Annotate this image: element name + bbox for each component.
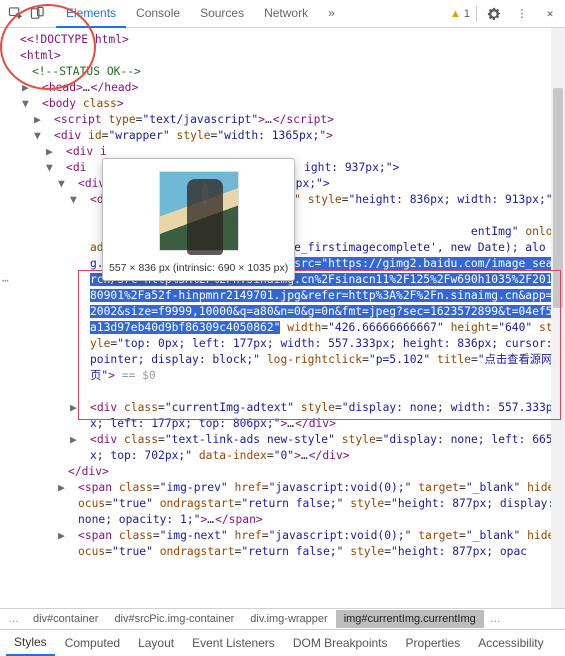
- collapse-icon[interactable]: ▼: [68, 176, 78, 192]
- warning-count: 1: [464, 8, 470, 20]
- expand-icon[interactable]: ▶: [32, 80, 42, 96]
- dom-node[interactable]: <<!DOCTYPE html>: [16, 32, 565, 48]
- expand-icon[interactable]: ▶: [80, 400, 90, 416]
- devtools-toolbar: Elements Console Sources Network » ▲1 ⋮ …: [0, 0, 565, 28]
- collapse-icon[interactable]: ▼: [32, 96, 42, 112]
- kebab-icon[interactable]: ⋮: [511, 3, 533, 25]
- tab-console[interactable]: Console: [126, 0, 190, 28]
- gear-icon[interactable]: [483, 3, 505, 25]
- expand-icon[interactable]: ▶: [80, 432, 90, 448]
- breadcrumb-item-selected[interactable]: img#currentImg.currentImg: [336, 610, 484, 628]
- collapse-icon[interactable]: ▼: [56, 160, 66, 176]
- subtab-layout[interactable]: Layout: [130, 631, 182, 655]
- warning-badge[interactable]: ▲1: [450, 8, 470, 20]
- warning-icon: ▲: [450, 8, 461, 20]
- subtab-styles[interactable]: Styles: [6, 630, 55, 656]
- expand-icon[interactable]: ▶: [44, 112, 54, 128]
- dom-node[interactable]: ▶<div class="text-link-ads new-style" st…: [76, 432, 565, 464]
- breadcrumb: … div#container div#srcPic.img-container…: [0, 608, 565, 630]
- panel-tabs: Elements Console Sources Network »: [56, 0, 450, 28]
- image-hover-tooltip: 557 × 836 px (intrinsic: 690 × 1035 px): [102, 158, 295, 281]
- collapse-icon[interactable]: ▼: [44, 128, 54, 144]
- expand-icon[interactable]: ▶: [68, 528, 78, 544]
- expand-icon[interactable]: ▶: [68, 480, 78, 496]
- dom-node[interactable]: ▶<div class="currentImg-adtext" style="d…: [76, 400, 565, 432]
- breadcrumb-item[interactable]: div#container: [25, 610, 106, 628]
- breadcrumb-overflow[interactable]: …: [484, 613, 507, 625]
- subtab-properties[interactable]: Properties: [398, 631, 469, 655]
- tab-elements[interactable]: Elements: [56, 0, 126, 28]
- subtab-event-listeners[interactable]: Event Listeners: [184, 631, 283, 655]
- breadcrumb-item[interactable]: div.img-wrapper: [242, 610, 335, 628]
- breadcrumb-item[interactable]: div#srcPic.img-container: [106, 610, 242, 628]
- scrollbar-thumb[interactable]: [553, 88, 563, 308]
- dom-node[interactable]: ▼<body class>: [28, 96, 565, 112]
- dom-node[interactable]: ▶<span class="img-prev" href="javascript…: [64, 480, 565, 528]
- close-icon[interactable]: ✕: [539, 3, 561, 25]
- dom-node[interactable]: <html>: [16, 48, 565, 64]
- tabs-overflow-icon[interactable]: »: [318, 0, 345, 28]
- breadcrumb-overflow[interactable]: …: [2, 613, 25, 625]
- inspect-icon[interactable]: [4, 3, 26, 25]
- tab-sources[interactable]: Sources: [190, 0, 254, 28]
- device-toggle-icon[interactable]: [26, 3, 48, 25]
- subtab-computed[interactable]: Computed: [57, 631, 128, 655]
- gutter-selected-dots: ⋯: [2, 274, 10, 287]
- styles-subtabs: Styles Computed Layout Event Listeners D…: [0, 630, 565, 656]
- dom-node[interactable]: ▶<span class="img-next" href="javascript…: [64, 528, 565, 560]
- expand-icon[interactable]: ▶: [56, 144, 66, 160]
- subtab-accessibility[interactable]: Accessibility: [470, 631, 551, 655]
- dom-node[interactable]: </div>: [64, 464, 565, 480]
- dom-node[interactable]: ▼<div id="wrapper" style="width: 1365px;…: [40, 128, 565, 144]
- dom-tree[interactable]: <<!DOCTYPE html> <html> <!--STATUS OK-->…: [0, 28, 565, 564]
- tab-network[interactable]: Network: [254, 0, 318, 28]
- tooltip-dimensions: 557 × 836 px (intrinsic: 690 × 1035 px): [109, 262, 288, 274]
- vertical-scrollbar[interactable]: [551, 28, 565, 608]
- dom-node[interactable]: ▶<head>…</head>: [28, 80, 565, 96]
- dom-node[interactable]: ▶<script type="text/javascript">…</scrip…: [40, 112, 565, 128]
- tooltip-thumbnail: [153, 165, 245, 257]
- collapse-icon[interactable]: ▼: [80, 192, 90, 208]
- subtab-dom-breakpoints[interactable]: DOM Breakpoints: [285, 631, 396, 655]
- dom-comment[interactable]: <!--STATUS OK-->: [28, 64, 565, 80]
